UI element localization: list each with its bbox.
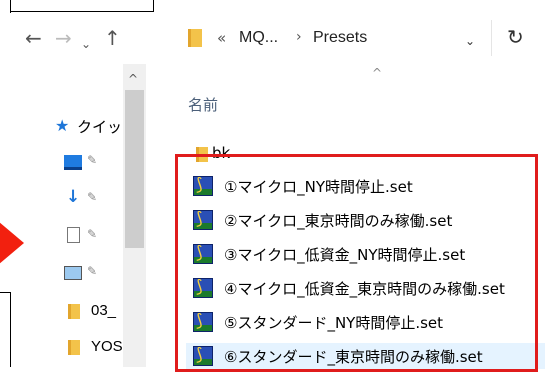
star-icon: ★ [55,116,70,135]
folder-icon [188,29,202,47]
file-name: ④マイクロ_低資金_東京時間のみ稼働.set [224,280,505,298]
file-name: ⑤スタンダード_NY時間停止.set [224,314,444,332]
address-dropdown-icon[interactable]: ⌄ [465,34,475,48]
folder-icon [68,340,80,355]
file-name: ②マイクロ_東京時間のみ稼働.set [224,212,453,230]
pin-icon: ✎ [87,153,98,167]
pictures-icon [64,266,82,280]
breadcrumb-presets[interactable]: Presets [313,29,367,47]
frame-left-line [0,292,10,293]
address-bar[interactable]: « MQ... › Presets ⌄ [181,20,503,56]
quick-access-item[interactable]: ★ クイッ [11,114,123,140]
nav-item-label: YOS [91,338,123,355]
column-header-name[interactable]: 名前 [188,94,218,115]
quick-access-label: クイッ [77,119,123,136]
breadcrumb-mq[interactable]: MQ... [239,29,278,47]
back-arrow-icon[interactable]: ← [25,26,42,50]
refresh-icon[interactable]: ↻ [507,25,524,49]
pointer-arrow-icon [0,221,24,265]
set-file-icon [193,210,213,230]
pin-icon: ✎ [87,190,98,204]
file-name: ③マイクロ_低資金_NY時間停止.set [224,246,466,264]
nav-item-pictures[interactable]: ✎ [11,261,123,287]
pin-icon: ✎ [87,264,98,278]
up-arrow-icon[interactable]: ↑ [104,26,121,50]
list-item-file[interactable]: ④マイクロ_低資金_東京時間のみ稼働.set [186,275,545,301]
folder-icon [196,147,208,162]
download-icon: ↓ [66,187,81,207]
nav-scroll-thumb[interactable] [125,90,144,248]
desktop-icon [64,155,82,170]
set-file-icon [193,244,213,264]
document-icon [67,227,80,243]
navigation-pane: ★ クイッ ✎ ↓ ✎ ✎ ✎ 03_ YOS ^ [11,64,148,367]
refresh-divider [491,20,492,56]
nav-item-documents[interactable]: ✎ [11,224,123,250]
set-file-icon [193,176,213,196]
nav-item-label: 03_ [91,302,117,319]
recent-locations-icon[interactable]: ⌄ [81,32,91,56]
explorer-window: ← → ⌄ ↑ « MQ... › Presets ⌄ ↻ ★ クイッ ✎ ↓ … [11,12,545,369]
forward-arrow-icon[interactable]: → [55,26,72,50]
list-item-file[interactable]: ①マイクロ_NY時間停止.set [186,173,545,199]
overflow-chevron-icon[interactable]: « [217,29,226,47]
folder-icon [68,304,80,319]
nav-item-folder-yos[interactable]: YOS [11,336,123,362]
file-name: ①マイクロ_NY時間停止.set [224,178,413,196]
frame-divider [153,0,154,12]
sort-ascending-icon: ^ [372,66,383,80]
nav-item-desktop[interactable]: ✎ [11,150,123,176]
scroll-up-icon[interactable]: ^ [128,72,138,86]
file-name: bk [212,144,231,162]
pin-icon: ✎ [87,227,98,241]
list-item-file[interactable]: ②マイクロ_東京時間のみ稼働.set [186,207,545,233]
set-file-icon [193,312,213,332]
list-item-file[interactable]: ③マイクロ_低資金_NY時間停止.set [186,241,545,267]
file-list: ^ 名前 bk ①マイクロ_NY時間停止.set ②マイクロ_東京時間のみ稼働.… [148,64,545,369]
nav-item-downloads[interactable]: ↓ ✎ [11,187,123,213]
list-item-file[interactable]: ⑤スタンダード_NY時間停止.set [186,309,545,335]
set-file-icon [193,346,213,366]
file-name: ⑥スタンダード_東京時間のみ稼働.set [224,348,483,366]
list-item-folder-bk[interactable]: bk [186,141,545,167]
nav-item-folder-03[interactable]: 03_ [11,300,123,326]
set-file-icon [193,278,213,298]
address-row: ← → ⌄ ↑ « MQ... › Presets ⌄ ↻ [11,12,545,64]
breadcrumb-separator-icon[interactable]: › [296,29,302,45]
list-item-file-selected[interactable]: ⑥スタンダード_東京時間のみ稼働.set [186,343,545,369]
